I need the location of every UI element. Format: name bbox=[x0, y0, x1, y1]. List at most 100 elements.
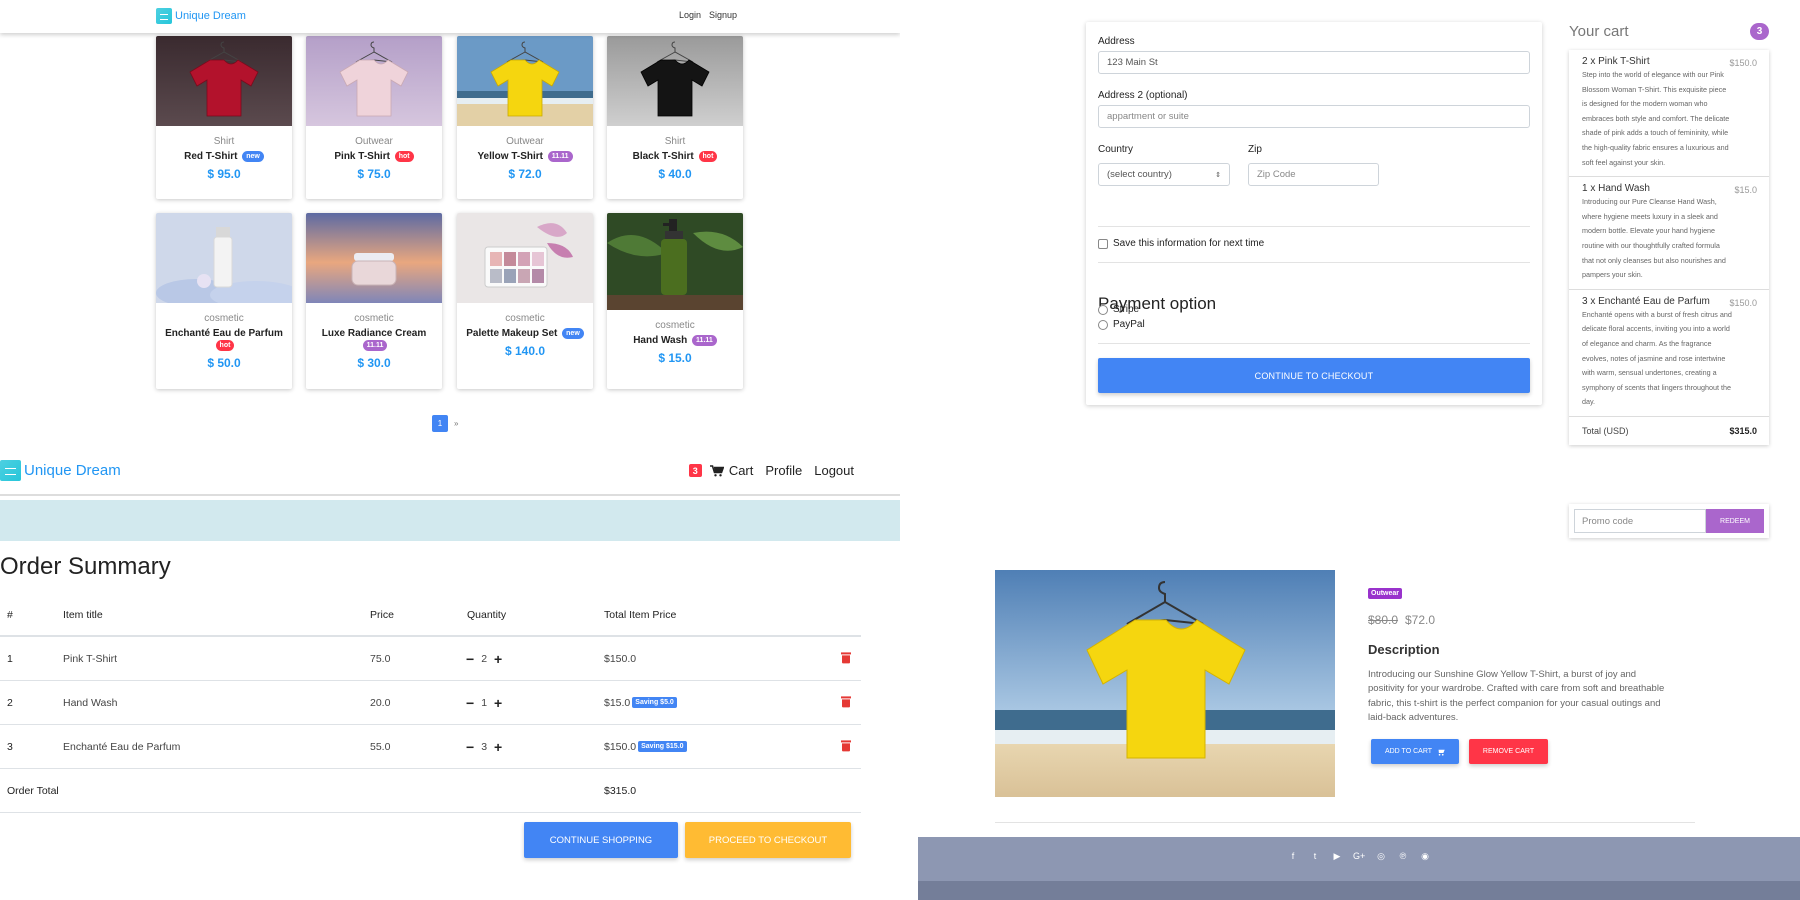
product-card[interactable]: cosmetic Hand Wash 11.11 $ 15.0 bbox=[607, 213, 743, 389]
yellow-shirt-photo bbox=[995, 570, 1335, 797]
product-title[interactable]: Hand Wash 11.11 bbox=[607, 335, 743, 347]
product-badge: hot bbox=[394, 151, 414, 162]
address2-input[interactable]: appartment or suite bbox=[1098, 105, 1530, 128]
hero-banner bbox=[0, 500, 900, 541]
increase-quantity-button[interactable]: + bbox=[494, 739, 502, 755]
add-to-cart-button[interactable]: ADD TO CART bbox=[1371, 739, 1459, 764]
checkout-panel: Address 123 Main St Address 2 (optional)… bbox=[900, 0, 1800, 560]
product-card[interactable]: Shirt Red T-Shirt new $ 95.0 bbox=[156, 36, 292, 199]
product-card[interactable]: cosmetic Palette Makeup Set new $ 140.0 bbox=[457, 213, 593, 389]
trash-icon[interactable] bbox=[841, 651, 851, 663]
product-card[interactable]: cosmetic Enchanté Eau de Parfum hot $ 50.0 bbox=[156, 213, 292, 389]
footer: f t ▶ G+ ◎ ℗ ◉ bbox=[918, 837, 1800, 900]
cart-item-price: $150.0 bbox=[1729, 297, 1757, 308]
product-title[interactable]: Red T-Shirt new bbox=[156, 151, 292, 163]
stripe-radio[interactable] bbox=[1098, 305, 1108, 315]
product-card[interactable]: Outwear Pink T-Shirt hot $ 75.0 bbox=[306, 36, 442, 199]
continue-checkout-button[interactable]: CONTINUE TO CHECKOUT bbox=[1098, 358, 1530, 393]
save-info-checkbox[interactable] bbox=[1098, 239, 1108, 249]
product-image[interactable] bbox=[156, 36, 292, 126]
brand-name: Unique Dream bbox=[175, 10, 246, 22]
country-label: Country bbox=[1098, 144, 1134, 155]
product-category: Shirt bbox=[213, 136, 235, 147]
product-title[interactable]: Black T-Shirt hot bbox=[607, 151, 743, 163]
github-icon[interactable]: ◉ bbox=[1419, 851, 1431, 862]
decrease-quantity-button[interactable]: − bbox=[466, 695, 474, 711]
product-badge: 11.11 bbox=[692, 335, 717, 346]
pagination: 1 » bbox=[432, 415, 458, 432]
paypal-radio[interactable] bbox=[1098, 320, 1108, 330]
google-plus-icon[interactable]: G+ bbox=[1353, 851, 1365, 862]
next-page-button[interactable]: » bbox=[454, 419, 458, 428]
product-image[interactable] bbox=[457, 213, 593, 303]
address2-label: Address 2 (optional) bbox=[1098, 90, 1188, 101]
row-number: 2 bbox=[7, 696, 13, 709]
cart-count-badge: 3 bbox=[688, 464, 702, 477]
product-title[interactable]: Enchanté Eau de Parfum hot bbox=[156, 328, 292, 352]
product-card[interactable]: Shirt Black T-Shirt hot $ 40.0 bbox=[607, 36, 743, 199]
nav-cart-link[interactable]: 3 Cart bbox=[688, 463, 753, 478]
product-title-text: Red T-Shirt bbox=[184, 151, 238, 163]
product-image[interactable] bbox=[607, 213, 743, 310]
cart-list: 2 x Pink T-Shirt $150.0 Step into the worl… bbox=[1569, 50, 1769, 445]
product-image[interactable] bbox=[457, 36, 593, 126]
facebook-icon[interactable]: f bbox=[1287, 851, 1299, 862]
brand-name: Unique Dream bbox=[24, 462, 121, 479]
product-image[interactable] bbox=[306, 213, 442, 303]
remove-cart-button[interactable]: REMOVE CART bbox=[1469, 739, 1548, 764]
product-image[interactable] bbox=[607, 36, 743, 126]
increase-quantity-button[interactable]: + bbox=[494, 651, 502, 667]
brand-link[interactable]: Unique Dream bbox=[0, 460, 121, 481]
col-header-price: Price bbox=[370, 608, 394, 621]
proceed-checkout-button[interactable]: PROCEED TO CHECKOUT bbox=[685, 822, 851, 858]
cart-item-price: $150.0 bbox=[1729, 58, 1757, 68]
nav-profile-link[interactable]: Profile bbox=[765, 463, 802, 478]
product-title-text: Enchanté Eau de Parfum bbox=[165, 328, 283, 339]
continue-shopping-button[interactable]: CONTINUE SHOPPING bbox=[524, 822, 678, 858]
decrease-quantity-button[interactable]: − bbox=[466, 739, 474, 755]
product-title[interactable]: Pink T-Shirt hot bbox=[306, 151, 442, 163]
nav-logout-link[interactable]: Logout bbox=[814, 463, 854, 478]
brand-link[interactable]: Unique Dream bbox=[156, 8, 246, 24]
product-title[interactable]: Palette Makeup Set new bbox=[457, 328, 593, 340]
address-input[interactable]: 123 Main St bbox=[1098, 51, 1530, 74]
product-card[interactable]: Outwear Yellow T-Shirt 11.11 $ 72.0 bbox=[457, 36, 593, 199]
redeem-button[interactable]: REDEEM bbox=[1706, 509, 1764, 533]
trash-icon[interactable] bbox=[841, 739, 851, 751]
saving-badge: Saving $15.0 bbox=[638, 741, 687, 753]
page-1-button[interactable]: 1 bbox=[432, 415, 448, 432]
twitter-icon[interactable]: t bbox=[1309, 851, 1321, 862]
product-title[interactable]: Luxe Radiance Cream 11.11 bbox=[306, 328, 442, 352]
zip-input[interactable]: Zip Code bbox=[1248, 163, 1379, 186]
table-row: 2 Hand Wash 20.0 −1 + $15.0 Saving $5.0 bbox=[0, 681, 861, 725]
item-total-value: $15.0 bbox=[604, 696, 631, 709]
item-total-value: $150.0 bbox=[604, 740, 637, 753]
login-link[interactable]: Login bbox=[679, 10, 701, 20]
signup-link[interactable]: Signup bbox=[709, 10, 737, 20]
trash-icon[interactable] bbox=[841, 695, 851, 707]
main-navbar: Unique Dream 3 Cart Profile Logout bbox=[0, 450, 900, 496]
item-title: Enchanté Eau de Parfum bbox=[63, 740, 181, 753]
product-image[interactable] bbox=[306, 36, 442, 126]
product-title[interactable]: Yellow T-Shirt 11.11 bbox=[457, 151, 593, 163]
decrease-quantity-button[interactable]: − bbox=[466, 651, 474, 667]
cart-total-row: Total (USD) $315.0 bbox=[1569, 417, 1769, 445]
country-select[interactable]: (select country) ⇕ bbox=[1098, 163, 1230, 186]
divider bbox=[1098, 343, 1530, 344]
zip-label: Zip bbox=[1248, 144, 1262, 155]
youtube-icon[interactable]: ▶ bbox=[1331, 851, 1343, 862]
table-row: 1 Pink T-Shirt 75.0 −2 + $150.0 bbox=[0, 637, 861, 681]
increase-quantity-button[interactable]: + bbox=[494, 695, 502, 711]
dribbble-icon[interactable]: ◎ bbox=[1375, 851, 1387, 862]
product-image[interactable] bbox=[156, 213, 292, 303]
product-card[interactable]: cosmetic Luxe Radiance Cream 11.11 $ 30.0 bbox=[306, 213, 442, 389]
promo-code-input[interactable]: Promo code bbox=[1574, 509, 1706, 533]
product-category: cosmetic bbox=[505, 313, 545, 324]
product-detail-panel: Outwear $80.0 $72.0 Description Introduc… bbox=[900, 560, 1800, 900]
quantity-stepper: −2 + bbox=[466, 651, 502, 667]
pinterest-icon[interactable]: ℗ bbox=[1397, 851, 1409, 862]
product-category: Outwear bbox=[506, 136, 544, 147]
save-info-label: Save this information for next time bbox=[1113, 238, 1265, 249]
product-badge: new bbox=[242, 151, 264, 162]
order-total-label: Order Total bbox=[7, 784, 59, 797]
